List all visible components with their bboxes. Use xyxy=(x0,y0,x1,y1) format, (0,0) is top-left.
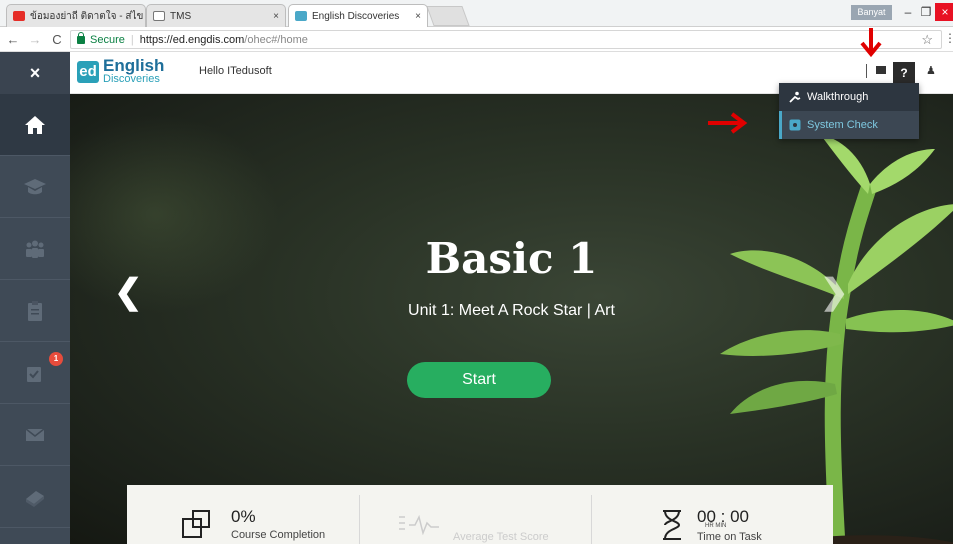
tab-tms[interactable]: TMS × xyxy=(146,4,286,27)
logo-line1: English xyxy=(103,56,165,75)
course-hero: ❮ ❯ Basic 1 Unit 1: Meet A Rock Star | A… xyxy=(70,94,953,544)
url-host: https://ed.engdis.com xyxy=(139,33,245,46)
forward-icon[interactable]: → xyxy=(26,32,44,47)
course-title: Basic 1 xyxy=(425,234,598,283)
help-button[interactable]: ? xyxy=(893,62,915,84)
stats-divider xyxy=(359,495,360,544)
dictionary-icon[interactable] xyxy=(876,66,886,74)
tab-title: ข้อมองย่าถี ติดาตใจ - ส่ไข xyxy=(30,10,144,22)
annotation-arrow-right xyxy=(708,112,748,134)
time-on-task-label: Time on Task xyxy=(697,531,762,543)
reload-icon[interactable]: C xyxy=(48,32,66,47)
sidebar-item-messages[interactable] xyxy=(0,404,70,466)
secure-label: Secure xyxy=(90,33,125,46)
browser-tab-strip: ข้อมองย่าถี ติดาตใจ - ส่ไข × TMS × Engli… xyxy=(0,0,953,27)
lock-icon xyxy=(77,31,85,44)
address-separator: | xyxy=(130,33,134,46)
background-glow xyxy=(70,114,280,314)
bookmark-star-icon[interactable]: ☆ xyxy=(921,32,933,48)
course-completion-icon xyxy=(182,510,210,538)
youtube-icon xyxy=(13,11,25,21)
assignments-icon xyxy=(27,366,41,382)
header-divider xyxy=(866,64,867,78)
close-tab-icon[interactable]: × xyxy=(415,11,421,22)
tab-title: TMS xyxy=(170,10,192,22)
profile-chip[interactable]: Banyat xyxy=(851,5,892,20)
assignments-badge: 1 xyxy=(49,352,63,366)
book-icon xyxy=(26,490,44,507)
page-icon xyxy=(153,11,165,21)
close-tab-icon[interactable]: × xyxy=(273,11,279,22)
browser-menu-icon[interactable]: ⋮ xyxy=(944,31,953,45)
sidebar-item-courses[interactable] xyxy=(0,156,70,218)
address-bar[interactable]: Secure | https://ed.engdis.com /ohec#/ho… xyxy=(70,30,942,49)
sidebar-item-assignments[interactable] xyxy=(0,342,70,404)
course-completion-value: 0% xyxy=(231,507,256,526)
ed-favicon-icon xyxy=(295,11,307,21)
sidebar-close-button[interactable]: × xyxy=(0,52,70,94)
menu-item-label: System Check xyxy=(807,119,878,131)
logo-badge: ed xyxy=(77,61,99,83)
unit-subtitle: Unit 1: Meet A Rock Star | Art xyxy=(408,302,615,319)
progress-stats-panel: 0% Course Completion Average Test Score … xyxy=(127,485,833,544)
home-icon xyxy=(25,115,45,134)
tab-english-discoveries[interactable]: English Discoveries × xyxy=(288,4,428,27)
course-completion-label: Course Completion xyxy=(231,529,326,541)
tab-youtube[interactable]: ข้อมองย่าถี ติดาตใจ - ส่ไข × xyxy=(6,4,146,27)
back-icon[interactable]: ← xyxy=(4,32,22,47)
maximize-icon[interactable]: ❐ xyxy=(916,3,936,21)
english-discoveries-logo[interactable]: ed English Discoveries xyxy=(77,57,164,85)
hourglass-icon xyxy=(663,510,681,540)
tab-title: English Discoveries xyxy=(312,10,400,22)
logo-line2: Discoveries xyxy=(103,73,160,85)
walkthrough-icon xyxy=(789,91,801,103)
greeting: Hello ITedusoft xyxy=(199,65,272,77)
url-path: /ohec#/home xyxy=(244,33,308,46)
user-icon[interactable]: ♟ xyxy=(926,64,936,77)
sidebar-item-library[interactable] xyxy=(0,466,70,528)
community-icon xyxy=(26,240,44,258)
menu-item-system-check[interactable]: System Check xyxy=(779,111,919,139)
window-close-icon[interactable]: × xyxy=(935,3,953,21)
gear-icon xyxy=(789,119,801,131)
annotation-arrow-down xyxy=(860,28,882,58)
menu-item-walkthrough[interactable]: Walkthrough xyxy=(779,83,919,111)
graduation-cap-icon xyxy=(24,178,46,194)
minimize-icon[interactable]: – xyxy=(898,3,918,21)
plant-illustration xyxy=(720,134,953,544)
help-menu: Walkthrough System Check xyxy=(779,83,919,139)
sidebar-item-tests[interactable] xyxy=(0,280,70,342)
sidebar-item-home[interactable] xyxy=(0,94,70,156)
clipboard-icon xyxy=(28,300,42,321)
browser-toolbar: ← → C Secure | https://ed.engdis.com /oh… xyxy=(0,27,953,52)
start-button[interactable]: Start xyxy=(407,362,551,398)
stats-divider xyxy=(591,495,592,544)
envelope-icon xyxy=(25,427,45,441)
sidebar: × 1 xyxy=(0,52,70,544)
test-score-icon xyxy=(399,514,439,535)
time-units: HR MIN xyxy=(705,523,727,529)
menu-item-label: Walkthrough xyxy=(807,91,869,103)
sidebar-item-community[interactable] xyxy=(0,218,70,280)
new-tab-button[interactable] xyxy=(426,6,470,26)
test-score-label: Average Test Score xyxy=(453,531,549,543)
